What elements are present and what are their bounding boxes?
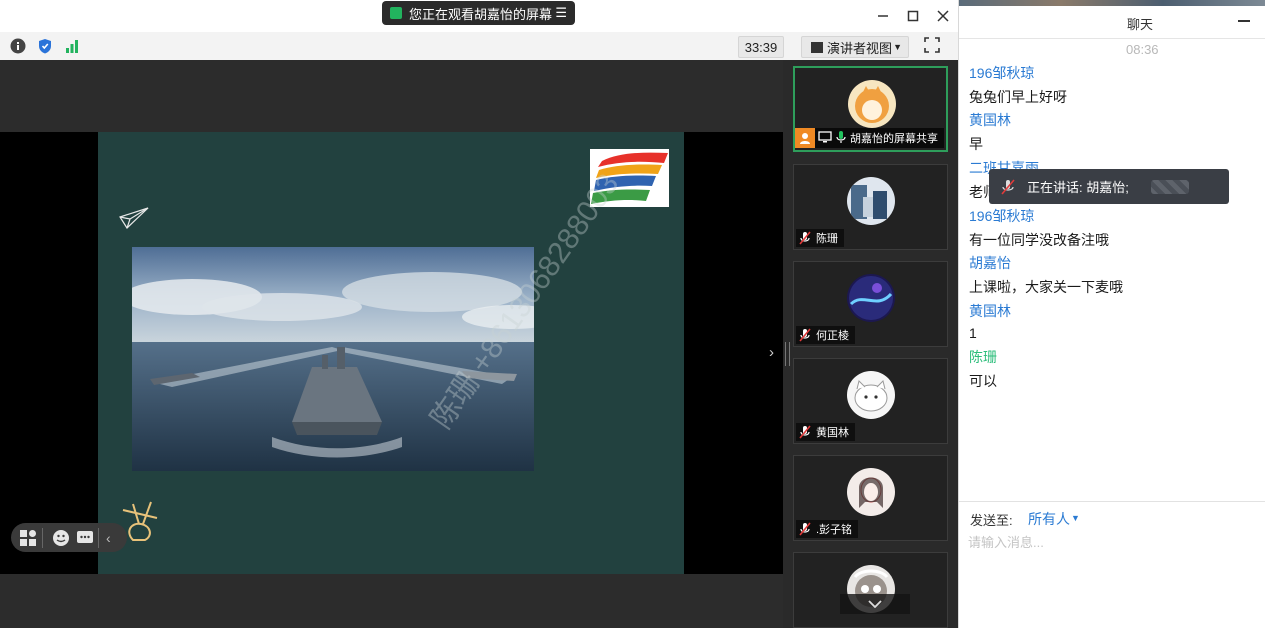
mic-muted-icon <box>798 425 812 439</box>
participant-name: 何正棱 <box>816 330 849 342</box>
send-to-dropdown[interactable]: 所有人 <box>1028 509 1070 529</box>
participant-tile[interactable]: .彭子铭 <box>793 455 948 541</box>
signal-icon[interactable] <box>63 37 81 55</box>
screen-share-icon <box>818 130 832 146</box>
chat-divider <box>959 501 1265 502</box>
mic-muted-icon <box>798 328 812 342</box>
participant-name: 陈珊 <box>816 233 838 245</box>
bunny-icon <box>121 500 163 547</box>
message-text: 有一位同学没改备注哦 <box>969 232 1109 248</box>
message-sender[interactable]: 196邹秋琼 <box>969 206 1034 226</box>
scroll-down-button[interactable] <box>840 594 910 614</box>
message-sender[interactable]: 黄国林 <box>969 110 1011 130</box>
divider <box>98 528 99 548</box>
host-icon <box>795 128 815 148</box>
emoji-icon[interactable] <box>52 529 70 550</box>
splitter-handle[interactable] <box>785 342 790 366</box>
message-sender[interactable]: 胡嘉怡 <box>969 253 1011 273</box>
chat-title: 聊天 <box>1127 17 1154 32</box>
participant-tile[interactable]: 黄国林 <box>793 358 948 444</box>
chat-message-input[interactable] <box>968 531 1254 553</box>
avatar <box>847 274 895 322</box>
participant-name-tag: 陈珊 <box>796 229 844 247</box>
participant-name-tag: 黄国林 <box>796 423 855 441</box>
maximize-button[interactable] <box>903 6 923 26</box>
screen-share-banner[interactable]: 您正在观看胡嘉怡的屏幕 ☰ <box>382 1 575 25</box>
meeting-timer: 33:39 <box>738 36 784 58</box>
participant-tile[interactable]: 何正棱 <box>793 261 948 347</box>
message-sender[interactable]: 陈珊 <box>969 347 997 367</box>
minimize-button[interactable] <box>873 6 893 26</box>
mic-muted-icon <box>1001 178 1017 195</box>
message-text: 早 <box>969 136 983 152</box>
paper-plane-icon <box>119 207 149 232</box>
header-banner <box>959 0 1265 6</box>
avatar <box>848 80 896 128</box>
participant-name: 黄国林 <box>816 427 849 439</box>
message-text: 上课啦，大家关一下麦哦 <box>969 279 1123 295</box>
avatar <box>847 468 895 516</box>
chat-minimize-button[interactable] <box>1238 20 1250 22</box>
participant-tile[interactable]: 胡嘉怡的屏幕共享 <box>793 66 948 152</box>
close-button[interactable] <box>933 6 953 26</box>
share-status-icon <box>390 7 402 19</box>
redacted-name <box>1150 179 1189 194</box>
fullscreen-icon[interactable] <box>924 37 942 55</box>
participant-name-tag: 何正棱 <box>796 326 855 344</box>
mic-on-icon <box>836 130 846 147</box>
participant-name: .彭子铭 <box>816 524 853 536</box>
chat-timestamp: 08:36 <box>1126 42 1159 57</box>
chat-bubble-icon[interactable] <box>76 529 94 550</box>
message-sender[interactable]: 黄国林 <box>969 301 1011 321</box>
send-to-label: 发送至: <box>970 513 1013 528</box>
participant-name: 胡嘉怡的屏幕共享 <box>850 133 938 145</box>
share-banner-text: 您正在观看胡嘉怡的屏幕 <box>409 6 553 22</box>
info-icon[interactable] <box>9 37 27 55</box>
chat-header <box>959 0 1265 39</box>
message-sender[interactable]: 196邹秋琼 <box>969 63 1034 83</box>
participant-tile[interactable]: 陈珊 <box>793 164 948 250</box>
chevron-right-icon[interactable]: › <box>769 344 774 361</box>
speaking-indicator: 正在讲话: 胡嘉怡; <box>989 169 1229 204</box>
layout-icon <box>811 41 823 53</box>
banner-menu-icon[interactable]: ☰ <box>555 5 567 21</box>
avatar <box>847 177 895 225</box>
speaking-text: 正在讲话: 胡嘉怡; <box>1027 180 1129 195</box>
message-text: 可以 <box>969 373 997 389</box>
collapse-left-icon[interactable]: ‹ <box>106 530 111 546</box>
view-mode-label: 演讲者视图 <box>827 40 893 56</box>
shield-icon[interactable] <box>36 37 54 55</box>
participant-name-tag: .彭子铭 <box>796 520 859 538</box>
mic-muted-icon <box>798 522 812 536</box>
message-text: 兔兔们早上好呀 <box>969 89 1067 105</box>
chevron-down-icon: ▼ <box>893 42 902 52</box>
participant-tile[interactable] <box>793 552 948 628</box>
mic-muted-icon <box>798 231 812 245</box>
participant-name-tag: 胡嘉怡的屏幕共享 <box>795 128 944 148</box>
avatar <box>847 371 895 419</box>
divider <box>42 528 43 548</box>
chevron-down-icon[interactable]: ▼ <box>1071 513 1080 523</box>
message-text: 1 <box>969 325 977 341</box>
apps-grid-icon[interactable] <box>19 529 37 550</box>
view-mode-dropdown[interactable]: 演讲者视图 ▼ <box>801 36 909 58</box>
